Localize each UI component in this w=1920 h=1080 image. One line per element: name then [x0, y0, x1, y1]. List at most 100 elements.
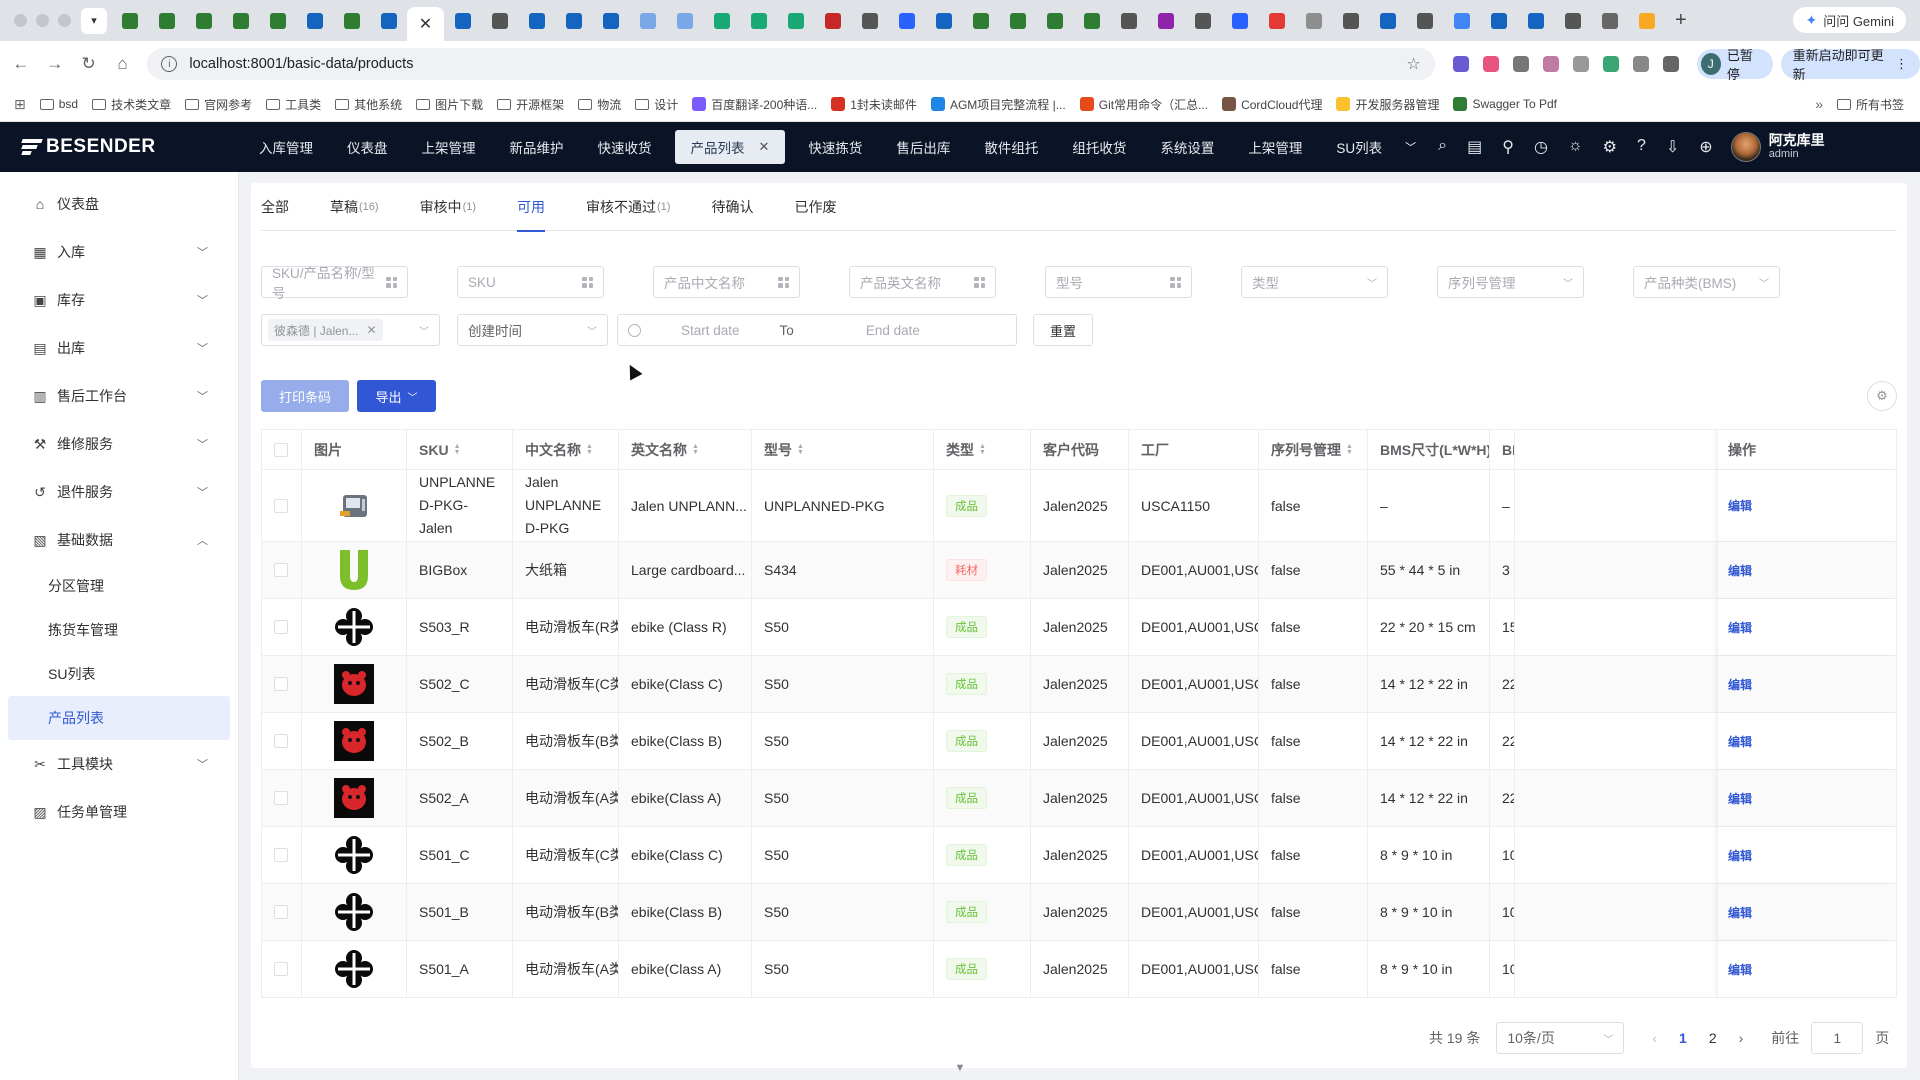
bookmark-item[interactable]: 开发服务器管理 [1336, 96, 1439, 113]
browser-tab[interactable] [1406, 6, 1443, 36]
close-window-button[interactable] [14, 14, 27, 27]
date-field-select[interactable]: 创建时间 ﹀ [457, 314, 608, 346]
export-button[interactable]: 导出 ﹀ [357, 380, 436, 412]
next-page-button[interactable]: › [1739, 1030, 1744, 1046]
bookmark-star-icon[interactable]: ☆ [1406, 54, 1420, 74]
serial-select[interactable]: 序列号管理 ﹀ [1437, 266, 1584, 298]
edit-link[interactable]: 编辑 [1728, 733, 1752, 750]
profile-paused-button[interactable]: J 已暂停 [1696, 48, 1773, 82]
tab-search-button[interactable]: ▾ [81, 7, 107, 34]
tab-status-4[interactable]: 审核不通过 (1) [586, 183, 670, 231]
en-name-input[interactable]: 产品英文名称 [849, 266, 996, 298]
browser-tab[interactable] [1110, 6, 1147, 36]
browser-tab[interactable] [185, 6, 222, 36]
tab-status-5[interactable]: 待确认 [711, 183, 753, 231]
date-range-picker[interactable]: Start date To End date [617, 314, 1017, 346]
browser-tab[interactable] [259, 6, 296, 36]
sidebar-item-7[interactable]: ▧ 基础数据 ︿ [0, 516, 238, 564]
select-all-checkbox[interactable] [274, 442, 288, 457]
topnav-5[interactable]: 产品列表 ✕ [674, 130, 786, 164]
extension-icon[interactable] [1542, 56, 1559, 72]
sidebar-item-0[interactable]: ⌂ 仪表盘 [0, 180, 238, 228]
sidebar-item-3[interactable]: ▤ 出库 ﹀ [0, 324, 238, 372]
column-header[interactable]: 型号 ▲ ▼ [752, 430, 934, 469]
sidebar-subitem-3[interactable]: 产品列表 [8, 696, 230, 740]
settings-gear-icon[interactable]: ⚙ [1603, 137, 1617, 157]
row-checkbox[interactable] [274, 734, 288, 748]
edit-link[interactable]: 编辑 [1728, 790, 1752, 807]
column-header[interactable]: 英文名称 ▲ ▼ [619, 430, 752, 469]
start-date-input[interactable]: Start date [681, 323, 740, 338]
row-checkbox[interactable] [274, 677, 288, 691]
page-2-button[interactable]: 2 [1709, 1030, 1717, 1046]
browser-tab[interactable] [1554, 6, 1591, 36]
page-1-button[interactable]: 1 [1679, 1030, 1687, 1046]
bms-select[interactable]: 产品种类(BMS) ﹀ [1633, 266, 1780, 298]
address-bar[interactable]: i localhost:8001/basic-data/products ☆ [147, 48, 1435, 80]
collapse-handle-icon[interactable]: ▼ [951, 1062, 969, 1076]
browser-tab[interactable] [1443, 6, 1480, 36]
gemini-button[interactable]: ✦ 问问 Gemini [1793, 7, 1906, 33]
topnav-6[interactable]: 快速拣货 [791, 122, 879, 172]
bookmarks-overflow-icon[interactable]: » [1815, 96, 1823, 112]
tab-status-2[interactable]: 审核中 (1) [420, 183, 476, 231]
apps-grid-icon[interactable]: ⊞ [14, 96, 26, 113]
type-select[interactable]: 类型 ﹀ [1241, 266, 1388, 298]
close-tab-icon[interactable]: ✕ [419, 14, 432, 34]
site-info-icon[interactable]: i [161, 56, 178, 72]
bookmark-item[interactable]: 图片下载 [416, 96, 483, 113]
cn-name-input[interactable]: 产品中文名称 [653, 266, 800, 298]
topnav-10[interactable]: 系统设置 [1143, 122, 1231, 172]
topnav-3[interactable]: 新品维护 [493, 122, 581, 172]
topnav-1[interactable]: 仪表盘 [330, 122, 405, 172]
browser-tab[interactable] [629, 6, 666, 36]
sidebar-item-1[interactable]: ▦ 入库 ﹀ [0, 228, 238, 276]
sort-icon[interactable]: ▲ ▼ [979, 443, 986, 456]
browser-tab[interactable] [333, 6, 370, 36]
model-input[interactable]: 型号 [1045, 266, 1192, 298]
bookmark-item[interactable]: 技术类文章 [92, 96, 171, 113]
topnav-8[interactable]: 散件组托 [967, 122, 1055, 172]
row-checkbox[interactable] [274, 498, 288, 513]
all-bookmarks-button[interactable]: 所有书签 [1836, 96, 1904, 113]
topnav-0[interactable]: 入库管理 [242, 122, 330, 172]
bookmark-item[interactable]: 工具类 [266, 96, 321, 113]
end-date-input[interactable]: End date [866, 323, 920, 338]
prev-page-button[interactable]: ‹ [1652, 1030, 1657, 1046]
page-size-select[interactable]: 10条/页 ﹀ [1496, 1022, 1625, 1054]
browser-tab[interactable] [481, 6, 518, 36]
row-checkbox[interactable] [274, 791, 288, 805]
sku-input[interactable]: SKU [457, 266, 604, 298]
browser-tab[interactable] [999, 6, 1036, 36]
browser-tab[interactable] [814, 6, 851, 36]
search-input[interactable]: SKU/产品名称/型号 [261, 266, 408, 301]
bookmark-item[interactable]: 开源框架 [497, 96, 564, 113]
extension-icon[interactable] [1512, 56, 1529, 72]
column-header[interactable]: 中文名称 ▲ ▼ [513, 430, 619, 469]
browser-tab[interactable] [1258, 6, 1295, 36]
browser-tab[interactable] [148, 6, 185, 36]
browser-tab[interactable] [1184, 6, 1221, 36]
edit-link[interactable]: 编辑 [1728, 904, 1752, 921]
bookmark-item[interactable]: Swagger To Pdf [1453, 96, 1557, 113]
browser-tab[interactable] [740, 6, 777, 36]
browser-tab[interactable] [1295, 6, 1332, 36]
row-checkbox[interactable] [274, 962, 288, 976]
close-icon[interactable]: ✕ [366, 323, 376, 337]
help-icon[interactable]: ? [1637, 137, 1646, 157]
column-header[interactable]: 类型 ▲ ▼ [934, 430, 1031, 469]
edit-link[interactable]: 编辑 [1728, 562, 1752, 579]
topnav-12[interactable]: SU列表 [1319, 122, 1399, 172]
browser-tab[interactable] [851, 6, 888, 36]
bookmark-item[interactable]: 物流 [578, 96, 621, 113]
bookmark-item[interactable]: CordCloud代理 [1222, 96, 1322, 113]
forward-button[interactable]: → [42, 54, 68, 74]
close-icon[interactable]: ✕ [759, 139, 770, 155]
tab-active[interactable]: ✕ [407, 7, 444, 41]
row-checkbox[interactable] [274, 848, 288, 862]
browser-tab[interactable] [592, 6, 629, 36]
extension-icon[interactable] [1482, 56, 1499, 72]
row-checkbox[interactable] [274, 563, 288, 577]
bookmark-item[interactable]: 其他系统 [335, 96, 402, 113]
download-icon[interactable]: ⇩ [1666, 137, 1679, 157]
